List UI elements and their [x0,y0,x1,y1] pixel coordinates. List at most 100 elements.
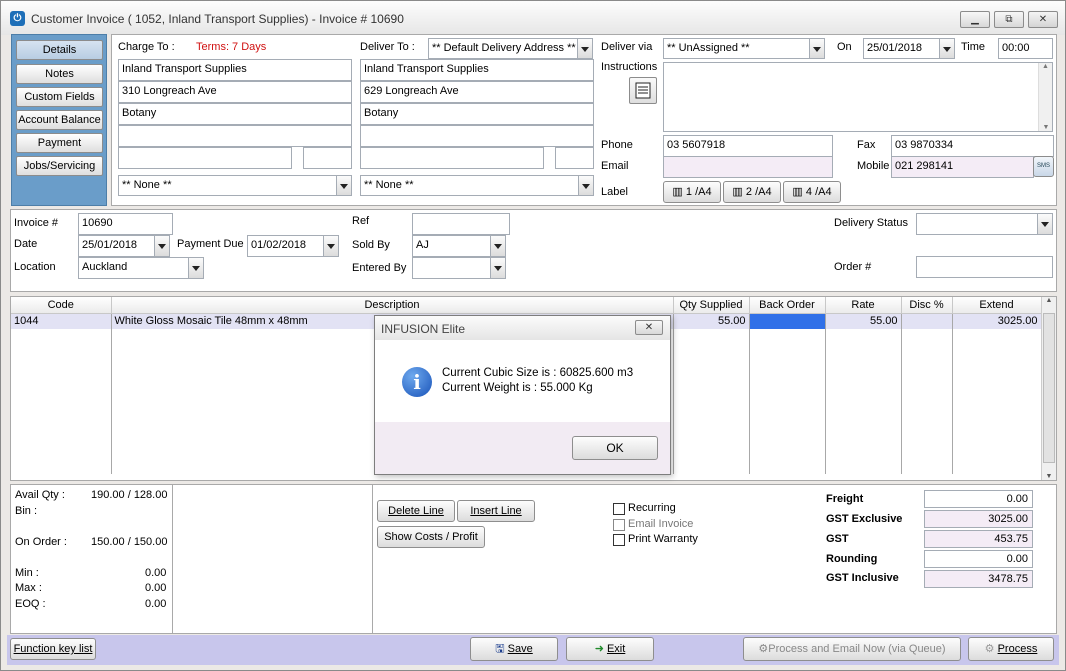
col-qty-header[interactable]: Qty Supplied [673,297,750,314]
order-number-field[interactable] [916,256,1053,278]
scroll-up-icon[interactable]: ▲ [1042,297,1056,304]
location-select[interactable]: Auckland [78,257,204,279]
deliver-to-city-field[interactable] [360,147,544,169]
payment-due-field[interactable]: 01/02/2018 [247,235,339,257]
charge-to-address3-field[interactable] [118,125,352,147]
dialog-close-button[interactable]: ✕ [635,320,663,335]
grid-scroll-thumb[interactable] [1043,313,1055,463]
label-4-a4-button[interactable]: ▥ 4 /A4 [783,181,841,203]
nav-jobs-servicing-button[interactable]: Jobs/Servicing [16,156,103,176]
scroll-up-icon[interactable]: ▲ [1039,63,1052,70]
minimize-button[interactable]: ▁ [960,11,990,28]
calendar-dropdown-icon[interactable] [939,39,954,58]
charge-to-address2-field[interactable]: Botany [118,103,352,125]
process-button[interactable]: ⚙ Process [968,637,1054,661]
col-extend-header[interactable]: Extend [952,297,1042,314]
charge-to-city-field[interactable] [118,147,292,169]
ref-field[interactable] [412,213,510,235]
rounding-field[interactable]: 0.00 [924,550,1033,568]
chevron-down-icon[interactable] [809,39,824,58]
charge-to-postcode-field[interactable] [303,147,352,169]
close-button[interactable]: ✕ [1028,11,1058,28]
nav-custom-fields-button[interactable]: Custom Fields [16,87,103,107]
charge-to-contact-select[interactable]: ** None ** [118,175,352,196]
chevron-down-icon[interactable] [490,236,505,256]
instructions-notepad-button[interactable] [629,77,657,104]
chevron-down-icon[interactable] [188,258,203,278]
scroll-down-icon[interactable]: ▼ [1039,124,1052,131]
print-warranty-checkbox[interactable] [613,534,625,546]
time-field[interactable]: 00:00 [998,38,1053,59]
deliver-to-contact-select[interactable]: ** None ** [360,175,594,196]
function-key-list-button[interactable]: Function key list [10,638,96,660]
deliver-to-address2-field[interactable]: Botany [360,103,594,125]
deliver-to-address1-field[interactable]: 629 Longreach Ave [360,81,594,103]
chevron-down-icon[interactable] [578,176,593,195]
deliver-to-postcode-field[interactable] [555,147,594,169]
fax-field[interactable]: 03 9870334 [891,135,1054,157]
instructions-textarea[interactable]: ▲ ▼ [663,62,1053,132]
charge-to-address1-field[interactable]: 310 Longreach Ave [118,81,352,103]
deliver-to-name-field[interactable]: Inland Transport Supplies [360,59,594,81]
chevron-down-icon[interactable] [336,176,351,195]
ok-button[interactable]: OK [572,436,658,460]
label-2-a4-button[interactable]: ▥ 2 /A4 [723,181,781,203]
col-description-header[interactable]: Description [111,297,674,314]
entered-by-select[interactable] [412,257,506,279]
date-field[interactable]: 25/01/2018 [78,235,170,257]
label-1-a4-button[interactable]: ▥ 1 /A4 [663,181,721,203]
show-costs-profit-button[interactable]: Show Costs / Profit [377,526,485,548]
process-and-email-button[interactable]: ⚙Process and Email Now (via Queue) [743,637,961,661]
delivery-address-select[interactable]: ** Default Delivery Address ** [428,38,593,59]
exit-button[interactable]: ➜ Exit [566,637,654,661]
cell-disc[interactable] [901,313,953,329]
chevron-down-icon[interactable] [1037,214,1052,234]
dialog-button-area: OK [375,422,670,474]
chevron-down-icon[interactable] [577,39,592,58]
nav-payment-button[interactable]: Payment [16,133,103,153]
nav-notes-button[interactable]: Notes [16,64,103,84]
footer-bar: Function key list 🖫 Save ➜ Exit ⚙Process… [7,635,1059,665]
nav-account-balance-button[interactable]: Account Balance [16,110,103,130]
deliver-on-date-field[interactable]: 25/01/2018 [863,38,955,59]
cell-code[interactable]: 1044 [11,313,112,329]
grid-scrollbar[interactable]: ▲ ▼ [1041,297,1056,480]
power-icon[interactable]: ⏻ [10,11,25,26]
scroll-down-icon[interactable]: ▼ [1042,473,1056,480]
deliver-to-address3-field[interactable] [360,125,594,147]
sms-button[interactable]: SMS [1033,156,1054,177]
recurring-checkbox[interactable] [613,503,625,515]
col-disc-header[interactable]: Disc % [901,297,953,314]
email-field[interactable] [663,156,833,178]
sold-by-select[interactable]: AJ [412,235,506,257]
cell-rate[interactable]: 55.00 [825,313,902,329]
save-button[interactable]: 🖫 Save [470,637,558,661]
col-code-header[interactable]: Code [11,297,112,314]
sold-by-value: AJ [416,239,429,251]
email-invoice-checkbox[interactable] [613,519,625,531]
title-bar: ⏻ Customer Invoice ( 1052, Inland Transp… [1,1,1065,35]
chevron-down-icon[interactable] [490,258,505,278]
nav-details-button[interactable]: Details [16,40,103,60]
insert-line-button[interactable]: Insert Line [457,500,535,522]
phone-field[interactable]: 03 5607918 [663,135,833,157]
col-back-order-header[interactable]: Back Order [749,297,826,314]
restore-button[interactable]: ⧉ [994,11,1024,28]
deliver-via-select[interactable]: ** UnAssigned ** [663,38,825,59]
cell-back-order[interactable] [749,313,826,329]
charge-to-name-field[interactable]: Inland Transport Supplies [118,59,352,81]
fax-label: Fax [857,139,876,151]
freight-field[interactable]: 0.00 [924,490,1033,508]
cell-qty[interactable]: 55.00 [673,313,750,329]
save-text: Save [507,643,533,655]
instructions-scrollbar[interactable]: ▲ ▼ [1038,63,1052,131]
calendar-dropdown-icon[interactable] [323,236,338,256]
mobile-field[interactable]: 021 298141 [891,156,1034,178]
col-rate-header[interactable]: Rate [825,297,902,314]
calendar-dropdown-icon[interactable] [154,236,169,256]
delivery-status-select[interactable] [916,213,1053,235]
cell-extend[interactable]: 3025.00 [952,313,1042,329]
invoice-number-field[interactable]: 10690 [78,213,173,235]
delete-line-button[interactable]: Delete Line [377,500,455,522]
stock-info-panel: Avail Qty : 190.00 / 128.00 Bin : On Ord… [10,484,173,634]
